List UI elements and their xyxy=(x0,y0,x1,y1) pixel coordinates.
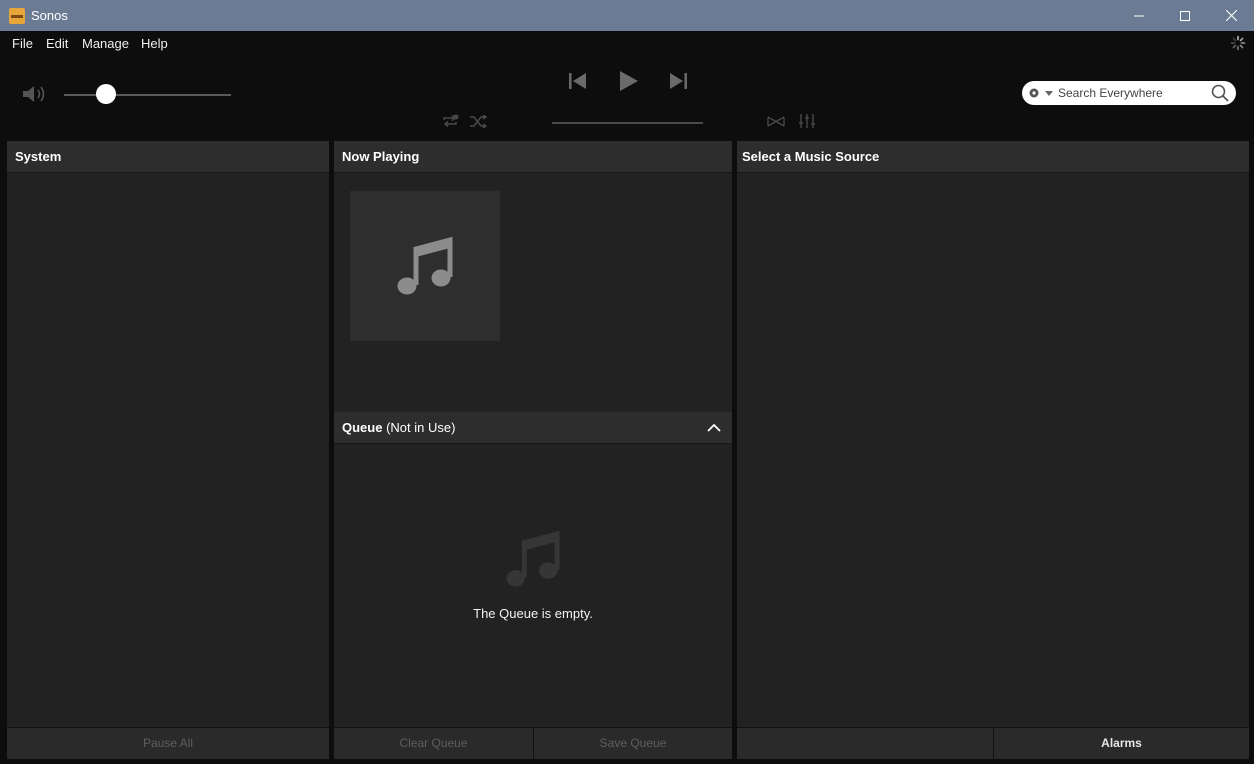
minimize-icon xyxy=(1134,15,1144,16)
close-icon xyxy=(1225,10,1237,21)
queue-empty-message: The Queue is empty. xyxy=(473,606,593,621)
crossfade-icon[interactable] xyxy=(767,116,785,127)
queue-title: Queue xyxy=(342,420,383,435)
close-button[interactable] xyxy=(1208,0,1254,31)
queue-status: (Not in Use) xyxy=(386,420,456,435)
maximize-icon xyxy=(1180,10,1190,21)
maximize-button[interactable] xyxy=(1162,0,1208,31)
now-playing-header: Now Playing xyxy=(334,141,732,173)
now-playing-panel: Now Playing Queue (Not in Use) The Queue… xyxy=(334,141,732,760)
source-icon xyxy=(1029,88,1039,98)
chevron-down-icon[interactable] xyxy=(1045,91,1053,96)
window-title: Sonos xyxy=(31,8,68,23)
music-source-footer-blank xyxy=(737,728,993,760)
music-source-panel: Select a Music Source Alarms xyxy=(737,141,1249,760)
music-note-icon xyxy=(397,236,453,295)
search-box[interactable] xyxy=(1022,81,1236,105)
volume-icon[interactable] xyxy=(22,84,48,104)
album-art-placeholder xyxy=(350,191,500,341)
minimize-button[interactable] xyxy=(1116,0,1162,31)
equalizer-icon[interactable] xyxy=(798,114,816,128)
chevron-up-icon[interactable] xyxy=(706,420,722,436)
menu-manage[interactable]: Manage xyxy=(82,36,129,51)
sonos-app-icon xyxy=(9,8,25,24)
clear-queue-button[interactable]: Clear Queue xyxy=(334,728,533,760)
menu-bar: File Edit Manage Help xyxy=(0,31,1254,55)
empty-queue-music-icon xyxy=(506,530,560,587)
queue-header[interactable]: Queue (Not in Use) xyxy=(334,412,732,444)
system-panel-header: System xyxy=(7,141,329,173)
track-progress-bar[interactable] xyxy=(552,122,703,124)
save-queue-button[interactable]: Save Queue xyxy=(534,728,732,760)
title-bar: Sonos xyxy=(0,0,1254,31)
system-panel: System Pause All xyxy=(7,141,329,759)
queue-footer: Clear Queue Save Queue xyxy=(334,727,732,760)
menu-edit[interactable]: Edit xyxy=(46,36,68,51)
pause-all-button[interactable]: Pause All xyxy=(7,728,329,760)
menu-help[interactable]: Help xyxy=(141,36,168,51)
volume-slider-track[interactable] xyxy=(64,94,231,96)
system-panel-footer: Pause All xyxy=(7,727,329,759)
play-icon[interactable] xyxy=(619,70,639,92)
repeat-icon[interactable] xyxy=(441,114,459,128)
transport-bar xyxy=(0,55,1254,140)
loading-spinner-icon xyxy=(1230,35,1246,51)
music-source-footer: Alarms xyxy=(737,727,1249,760)
search-icon[interactable] xyxy=(1211,84,1229,102)
search-input[interactable] xyxy=(1058,84,1208,102)
next-track-icon[interactable] xyxy=(668,72,688,90)
menu-file[interactable]: File xyxy=(12,36,33,51)
music-source-header: Select a Music Source xyxy=(737,141,1249,173)
volume-slider-handle[interactable] xyxy=(95,84,116,104)
shuffle-icon[interactable] xyxy=(469,115,487,128)
alarms-button[interactable]: Alarms xyxy=(994,728,1249,760)
previous-track-icon[interactable] xyxy=(568,72,588,90)
